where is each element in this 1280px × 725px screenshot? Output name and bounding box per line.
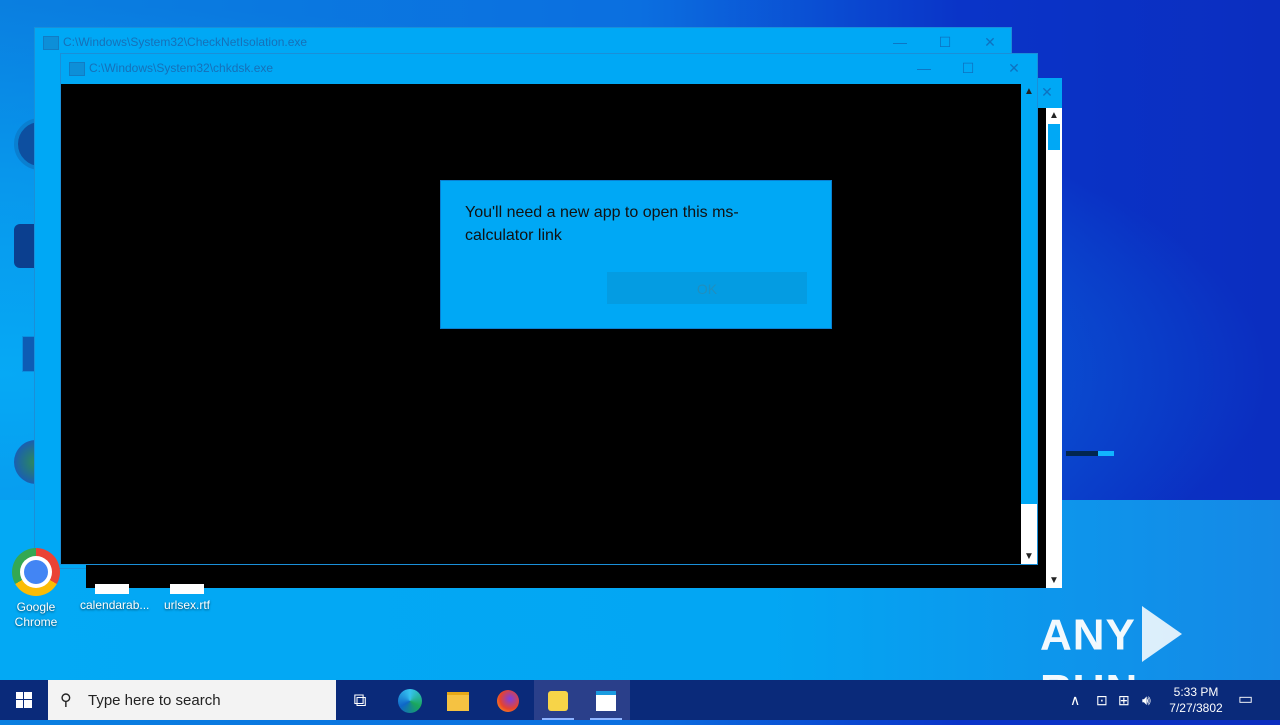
scroll-up-arrow[interactable]: ▲ [1046,110,1062,121]
rtf-file-icon [170,584,204,594]
maximize-button[interactable]: ☐ [953,58,983,78]
edge-icon [398,689,422,714]
show-hidden-icons[interactable]: ∧ [1070,680,1080,720]
key-icon [548,691,568,712]
desktop-icon-label: urlsex.rtf [163,598,210,612]
network-drive-icon[interactable]: ⊡ [1096,680,1108,720]
taskbar: ⚲ Type here to search ⧉ ∧ ⊡ ⊞ 🔊︎ 5:33 PM… [0,680,1280,720]
volume-icon[interactable]: 🔊︎ [1142,680,1151,720]
window-titlebar[interactable]: C:\Windows\System32\chkdsk.exe — ☐ ✕ [61,54,1037,82]
scroll-down-arrow[interactable]: ▼ [1021,551,1037,562]
file-explorer-button[interactable] [434,680,482,720]
scroll-down-arrow[interactable]: ▼ [1046,575,1062,586]
desktop-indicator [1066,451,1114,456]
clock-time: 5:33 PM [1173,685,1219,699]
desktop-icon-label: calendarab... [80,598,150,612]
console-icon [43,36,59,50]
window-title: C:\Windows\System32\CheckNetIsolation.ex… [63,35,308,49]
desktop-icon-urlsex-rtf[interactable]: urlsex.rtf [155,584,219,613]
folder-icon [447,691,469,711]
console-window-icon [596,691,616,712]
ok-button[interactable]: OK [607,272,807,304]
start-button[interactable] [0,680,48,720]
keys-app-button[interactable] [534,680,582,720]
minimize-button[interactable]: — [885,32,915,52]
vertical-scrollbar[interactable]: ▲ ▼ [1021,84,1037,564]
window-titlebar[interactable]: C:\Windows\System32\CheckNetIsolation.ex… [35,28,1011,56]
taskbar-clock[interactable]: 5:33 PM 7/27/3802 [1160,684,1232,716]
file-icon [95,584,129,594]
vertical-scrollbar[interactable]: ▲ ▼ [1046,108,1062,588]
search-placeholder: Type here to search [88,692,221,709]
clock-date: 7/27/3802 [1169,701,1223,715]
taskbar-search-box[interactable]: ⚲ Type here to search [48,680,336,720]
maximize-button[interactable]: ☐ [930,32,960,52]
minimize-button[interactable]: — [909,58,939,78]
dialog-message: You'll need a new app to open this ms-ca… [465,204,739,244]
watermark-left: ANY [1040,610,1136,660]
scroll-up-arrow[interactable]: ▲ [1021,86,1037,97]
firefox-button[interactable] [484,680,532,720]
windows-logo-icon [16,692,32,708]
close-button[interactable]: ✕ [999,58,1029,78]
search-icon: ⚲ [60,692,72,709]
task-view-button[interactable]: ⧉ [336,680,384,720]
notifications-icon[interactable]: ▭ [1238,680,1253,720]
desktop-icon-calendarab[interactable]: calendarab... [80,584,150,613]
console-icon [69,62,85,76]
window-title: C:\Windows\System32\chkdsk.exe [89,61,274,75]
desktop-icon-google-chrome[interactable]: Google Chrome [4,548,68,630]
network-icon[interactable]: ⊞ [1118,680,1130,720]
firefox-icon [497,690,519,713]
close-button[interactable]: ✕ [975,32,1005,52]
app-needed-dialog: You'll need a new app to open this ms-ca… [440,180,832,329]
play-icon [1141,606,1182,662]
scroll-thumb[interactable] [1048,124,1060,150]
chrome-icon [12,548,60,596]
edge-button[interactable] [386,680,434,720]
desktop-icon-label: Google Chrome [14,600,58,629]
console-app-button[interactable] [582,680,630,720]
